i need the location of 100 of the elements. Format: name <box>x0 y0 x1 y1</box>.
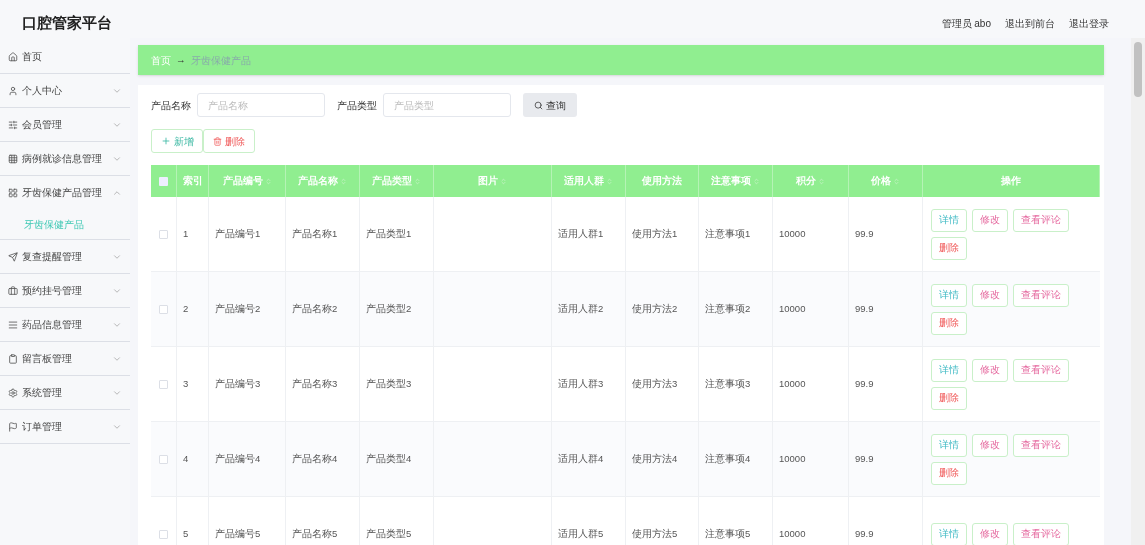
row-action-button[interactable]: 修改 <box>972 433 1008 457</box>
table-cell-text: 注意事项5 <box>705 526 751 541</box>
sidebar-item[interactable]: 首页 <box>0 40 130 73</box>
table-cell-text: 99.9 <box>855 301 874 316</box>
scrollbar[interactable] <box>1131 38 1145 545</box>
sliders-icon <box>8 119 18 130</box>
field-label: 产品名称 <box>151 98 191 113</box>
breadcrumb-separator: → <box>176 52 186 67</box>
table-cell-text: 适用人群1 <box>558 226 604 241</box>
sidebar-item[interactable]: 订单管理 <box>0 410 130 443</box>
table-cell-text: 使用方法2 <box>632 301 678 316</box>
table-cell-text: 使用方法3 <box>632 376 678 391</box>
sidebar-subitem[interactable]: 牙齿保健产品 <box>0 209 130 239</box>
sort-icon <box>818 177 825 185</box>
home-icon <box>8 51 18 62</box>
table-cell-text: 10000 <box>779 301 806 316</box>
sidebar-item[interactable]: 牙齿保健产品管理 <box>0 176 130 209</box>
sort-icon <box>500 177 507 185</box>
table-cell-text: 适用人群3 <box>558 376 604 391</box>
table-cell-text: 产品类型5 <box>366 526 412 541</box>
sort-icon <box>893 177 900 185</box>
table-cell-text: 产品名称3 <box>292 376 338 391</box>
row-action-button[interactable]: 删除 <box>931 311 967 335</box>
table-cell-text: 10000 <box>779 376 806 391</box>
header-link[interactable]: 退出登录 <box>1069 15 1109 31</box>
row-action-button[interactable]: 修改 <box>972 358 1008 382</box>
list-icon <box>8 319 18 330</box>
row-checkbox[interactable] <box>159 529 168 539</box>
table-cell-text: 产品类型2 <box>366 301 412 316</box>
sidebar-item[interactable]: 复查提醒管理 <box>0 240 130 273</box>
table-cell-text: 3 <box>183 376 189 391</box>
select-all-checkbox[interactable] <box>159 176 168 186</box>
add-button[interactable]: 新增 <box>151 129 203 153</box>
table-cell-text: 产品编号4 <box>215 451 261 466</box>
table-cell-text: 99.9 <box>855 526 874 541</box>
row-action-button[interactable]: 删除 <box>931 386 967 410</box>
row-action-button[interactable]: 查看评论 <box>1013 433 1069 457</box>
table-cell-text: 99.9 <box>855 376 874 391</box>
sort-icon <box>414 177 421 185</box>
table-cell-text: 注意事项3 <box>705 376 751 391</box>
table-cell-text: 产品名称5 <box>292 526 338 541</box>
table-cell-text: 产品编号5 <box>215 526 261 541</box>
row-action-button[interactable]: 查看评论 <box>1013 522 1069 545</box>
row-action-button[interactable]: 详情 <box>931 433 967 457</box>
row-action-button[interactable]: 查看评论 <box>1013 283 1069 307</box>
sidebar-item[interactable]: 预约挂号管理 <box>0 274 130 307</box>
clipboard-icon <box>8 353 18 364</box>
row-action-button[interactable]: 详情 <box>931 283 967 307</box>
plus-icon <box>160 136 171 146</box>
table-cell-text: 产品名称4 <box>292 451 338 466</box>
table-cell-text: 产品名称2 <box>292 301 338 316</box>
sidebar-item[interactable]: 会员管理 <box>0 108 130 141</box>
sidebar-item[interactable]: 病例就诊信息管理 <box>0 142 130 175</box>
table-cell-text: 适用人群4 <box>558 451 604 466</box>
table-cell-text: 使用方法4 <box>632 451 678 466</box>
row-action-button[interactable]: 修改 <box>972 283 1008 307</box>
field-label: 产品类型 <box>337 98 377 113</box>
row-checkbox[interactable] <box>159 454 168 464</box>
row-action-button[interactable]: 删除 <box>931 236 967 260</box>
table-cell-text: 适用人群5 <box>558 526 604 541</box>
row-action-button[interactable]: 详情 <box>931 522 967 545</box>
row-action-button[interactable]: 详情 <box>931 358 967 382</box>
search-button[interactable]: 查询 <box>523 93 577 117</box>
gear-icon <box>8 387 18 398</box>
row-checkbox[interactable] <box>159 379 168 389</box>
table-cell-text: 99.9 <box>855 451 874 466</box>
row-action-button[interactable]: 详情 <box>931 208 967 232</box>
table-cell-text: 适用人群2 <box>558 301 604 316</box>
table-cell-text: 99.9 <box>855 226 874 241</box>
table-cell-text: 注意事项4 <box>705 451 751 466</box>
row-checkbox[interactable] <box>159 229 168 239</box>
sort-icon <box>606 177 613 185</box>
search-icon <box>534 100 543 110</box>
row-action-button[interactable]: 查看评论 <box>1013 358 1069 382</box>
row-action-button[interactable]: 删除 <box>931 461 967 485</box>
table-cell-text: 使用方法1 <box>632 226 678 241</box>
header-link[interactable]: 退出到前台 <box>1005 15 1055 31</box>
sort-icon <box>340 177 347 185</box>
table-cell-text: 10000 <box>779 526 806 541</box>
table-cell-text: 产品类型1 <box>366 226 412 241</box>
sidebar-item[interactable]: 药品信息管理 <box>0 308 130 341</box>
sidebar-item[interactable]: 系统管理 <box>0 376 130 409</box>
table-cell-text: 产品编号1 <box>215 226 261 241</box>
flag-icon <box>8 421 18 432</box>
table-cell-text: 10000 <box>779 451 806 466</box>
table-cell-text: 5 <box>183 526 189 541</box>
delete-button[interactable]: 删除 <box>203 129 255 153</box>
table-cell-text: 1 <box>183 226 189 241</box>
row-action-button[interactable]: 查看评论 <box>1013 208 1069 232</box>
row-checkbox[interactable] <box>159 304 168 314</box>
sidebar-item[interactable]: 留言板管理 <box>0 342 130 375</box>
table-cell-text: 使用方法5 <box>632 526 678 541</box>
trash-icon <box>213 136 222 146</box>
table-cell-text: 产品编号2 <box>215 301 261 316</box>
sort-icon <box>753 177 760 185</box>
row-action-button[interactable]: 修改 <box>972 208 1008 232</box>
table-cell-text: 注意事项2 <box>705 301 751 316</box>
table-cell-text: 2 <box>183 301 189 316</box>
row-action-button[interactable]: 修改 <box>972 522 1008 545</box>
sidebar-item[interactable]: 个人中心 <box>0 74 130 107</box>
